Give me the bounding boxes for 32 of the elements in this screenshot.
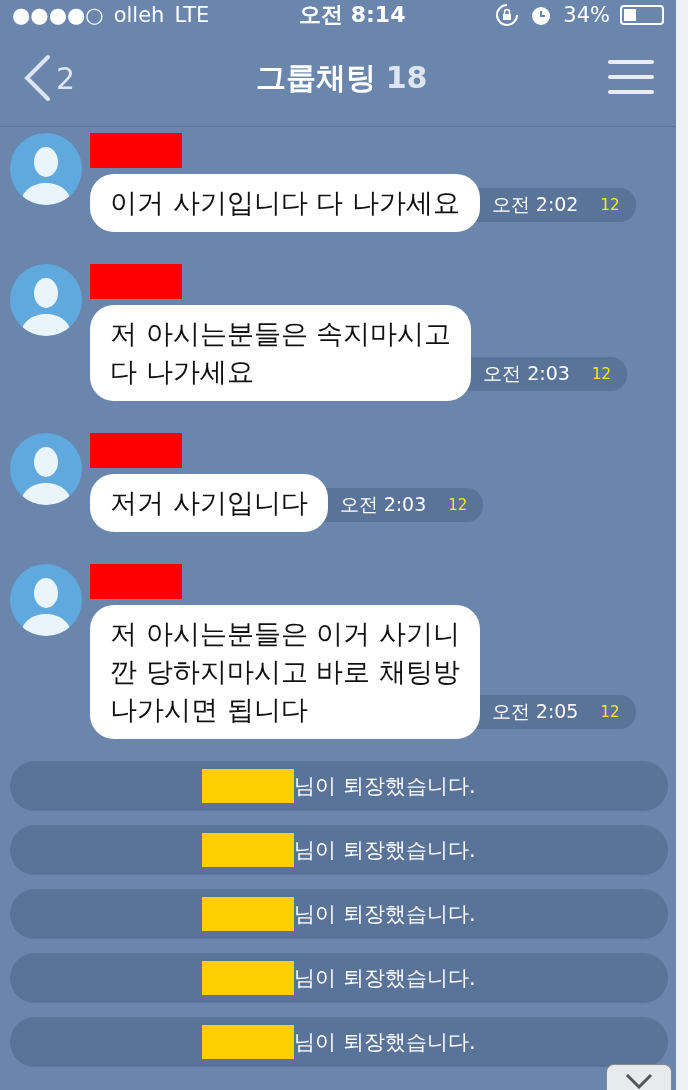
message-time: 오전 2:02 (491, 192, 579, 217)
avatar-icon[interactable] (10, 433, 82, 505)
signal-strength: ●●●●○ (12, 3, 104, 27)
member-count: 18 (385, 59, 428, 95)
chevron-down-icon (625, 1073, 653, 1089)
unread-count: 12 (600, 196, 620, 214)
carrier-name: olleh (113, 3, 165, 27)
back-button[interactable]: 2 (22, 53, 76, 103)
message-bubble: 저 아시는분들은 이거 사기니 깐 당하지마시고 바로 채팅방 나가시면 됩니다 (90, 605, 480, 739)
message-bubble: 이거 사기입니다 다 나가세요 (90, 174, 480, 232)
message-time: 오전 2:05 (491, 699, 579, 724)
network-type: LTE (174, 3, 210, 27)
message-bubble: 저거 사기입니다 (90, 474, 328, 532)
message-time: 오전 2:03 (483, 361, 570, 386)
unread-count: 12 (448, 496, 468, 514)
message-time: 오전 2:03 (339, 492, 427, 517)
battery-icon (620, 5, 664, 25)
battery-percent: 34% (563, 3, 610, 27)
notice-text: 님이 퇴장했습니다. (294, 773, 476, 800)
notice-text: 님이 퇴장했습니다. (294, 837, 476, 864)
rotation-lock-icon (495, 3, 520, 27)
avatar-icon[interactable] (10, 133, 82, 205)
message-bubble: 저 아시는분들은 속지마시고 다 나가세요 (90, 305, 472, 401)
notice-text: 님이 퇴장했습니다. (294, 901, 476, 928)
chat-title: 그룹채팅 (255, 58, 376, 97)
avatar-icon[interactable] (10, 564, 82, 636)
status-time: 오전 8:14 (299, 1, 406, 29)
unread-count: 12 (600, 703, 620, 721)
unread-count: 12 (591, 365, 611, 383)
notice-text: 님이 퇴장했습니다. (294, 1029, 476, 1056)
notice-text: 님이 퇴장했습니다. (294, 965, 476, 992)
avatar-icon[interactable] (10, 264, 82, 336)
